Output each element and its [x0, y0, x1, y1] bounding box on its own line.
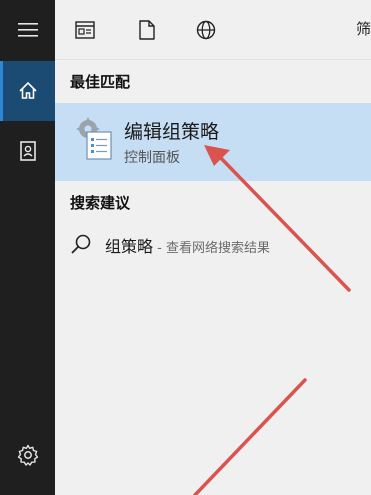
best-match-title: 编辑组策略 [124, 121, 220, 143]
apps-filter-button[interactable] [73, 18, 97, 42]
suggestion-query: 组策略 [105, 237, 154, 256]
notebook-button[interactable] [0, 121, 55, 181]
settings-button[interactable] [0, 425, 55, 485]
menu-button[interactable] [0, 0, 55, 60]
suggestion-item[interactable]: 组策略 - 查看网络搜索结果 [55, 222, 371, 266]
best-match-result[interactable]: 编辑组策略 控制面板 [55, 103, 371, 181]
filter-bar: 筛 [55, 0, 371, 60]
documents-filter-button[interactable] [135, 18, 159, 42]
best-match-subtitle: 控制面板 [124, 150, 180, 166]
search-suggestions-header: 搜索建议 [70, 194, 131, 212]
document-icon [139, 20, 155, 40]
best-match-header: 最佳匹配 [70, 73, 131, 91]
home-icon [18, 81, 37, 99]
group-policy-icon [76, 117, 112, 160]
left-rail [0, 0, 55, 495]
apps-icon [75, 21, 95, 39]
gear-icon [17, 444, 38, 466]
filter-label[interactable]: 筛 [356, 18, 371, 39]
search-results-panel: 筛 最佳匹配 编辑组策略 控制面板 搜索建议 组策略 - 查看网络搜索结果 [55, 0, 371, 495]
home-button[interactable] [0, 61, 55, 121]
notebook-icon [19, 141, 36, 161]
suggestion-text: 组策略 - 查看网络搜索结果 [105, 233, 270, 257]
globe-icon [196, 20, 216, 40]
suggestion-description: - 查看网络搜索结果 [153, 241, 270, 256]
hamburger-icon [17, 23, 38, 37]
web-filter-button[interactable] [194, 18, 218, 42]
search-icon [71, 234, 91, 254]
